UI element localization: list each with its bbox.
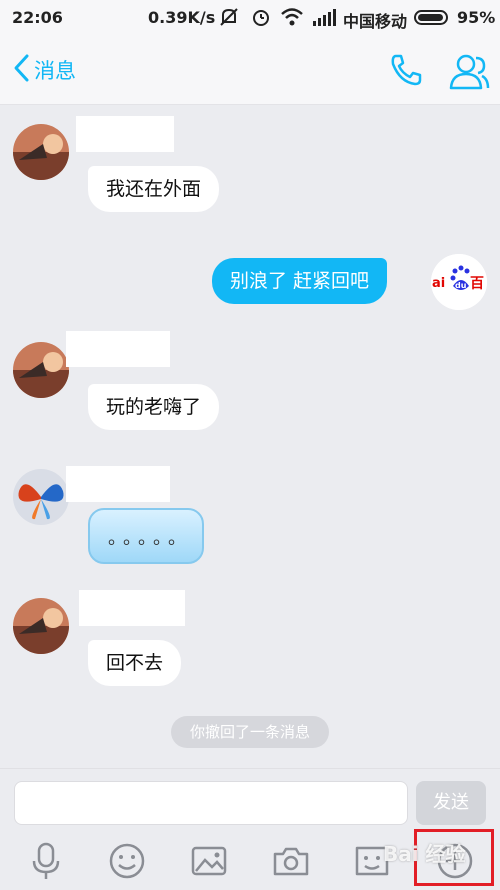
contact-avatar[interactable] (13, 342, 69, 398)
contact-name-hidden (79, 590, 185, 626)
phone-icon (391, 54, 422, 86)
recall-notice: 你撤回了一条消息 (171, 716, 329, 748)
wifi-icon (280, 6, 304, 32)
contact-name-hidden (66, 331, 170, 367)
back-button[interactable]: 消息 (12, 54, 76, 86)
message-bubble[interactable]: 玩的老嗨了 (88, 384, 220, 430)
message-bubble[interactable]: 我还在外面 (88, 166, 220, 212)
phone-button[interactable] (388, 52, 424, 92)
status-battery: 95% (457, 8, 496, 27)
profile-button[interactable] (448, 50, 490, 96)
alarm-icon (250, 6, 272, 32)
message-bubble-self[interactable]: 别浪了 赶紧回吧 (212, 258, 388, 304)
status-bar: 22:06 0.39K/s 中国移动 95% (0, 0, 500, 36)
contact-avatar[interactable] (13, 598, 69, 654)
back-label: 消息 (34, 59, 76, 83)
message-input[interactable] (14, 781, 408, 825)
self-avatar[interactable]: ai du 百 (431, 254, 487, 310)
svg-text:百: 百 (470, 276, 484, 292)
watermark: Bai 经验 (383, 842, 466, 866)
contact-name-hidden (76, 116, 174, 152)
sticker-text: 。。。。。 (108, 528, 192, 549)
status-carrier: 中国移动 (343, 12, 408, 31)
profile-icon (449, 54, 490, 90)
mic-icon[interactable] (26, 841, 66, 881)
send-button[interactable]: 发送 (416, 781, 486, 825)
svg-text:ai: ai (432, 276, 445, 291)
message-bubble[interactable]: 回不去 (88, 640, 182, 686)
chevron-left-icon (12, 53, 30, 87)
mute-icon (218, 6, 240, 32)
camera-icon[interactable] (271, 841, 311, 881)
battery-icon (414, 10, 448, 25)
chat-header: 消息 (0, 36, 500, 105)
signal-icon (312, 6, 338, 32)
contact-name-hidden (66, 466, 170, 502)
image-icon[interactable] (189, 841, 229, 881)
contact-avatar[interactable] (13, 124, 69, 180)
emoji-icon[interactable] (107, 841, 147, 881)
contact-avatar[interactable] (13, 469, 69, 525)
status-time: 22:06 (12, 8, 63, 27)
sticker-message[interactable]: 。。。。。 (88, 508, 204, 564)
svg-text:du: du (455, 281, 467, 290)
status-net-speed: 0.39K/s (148, 8, 216, 27)
baidu-logo: ai du 百 (431, 254, 487, 310)
